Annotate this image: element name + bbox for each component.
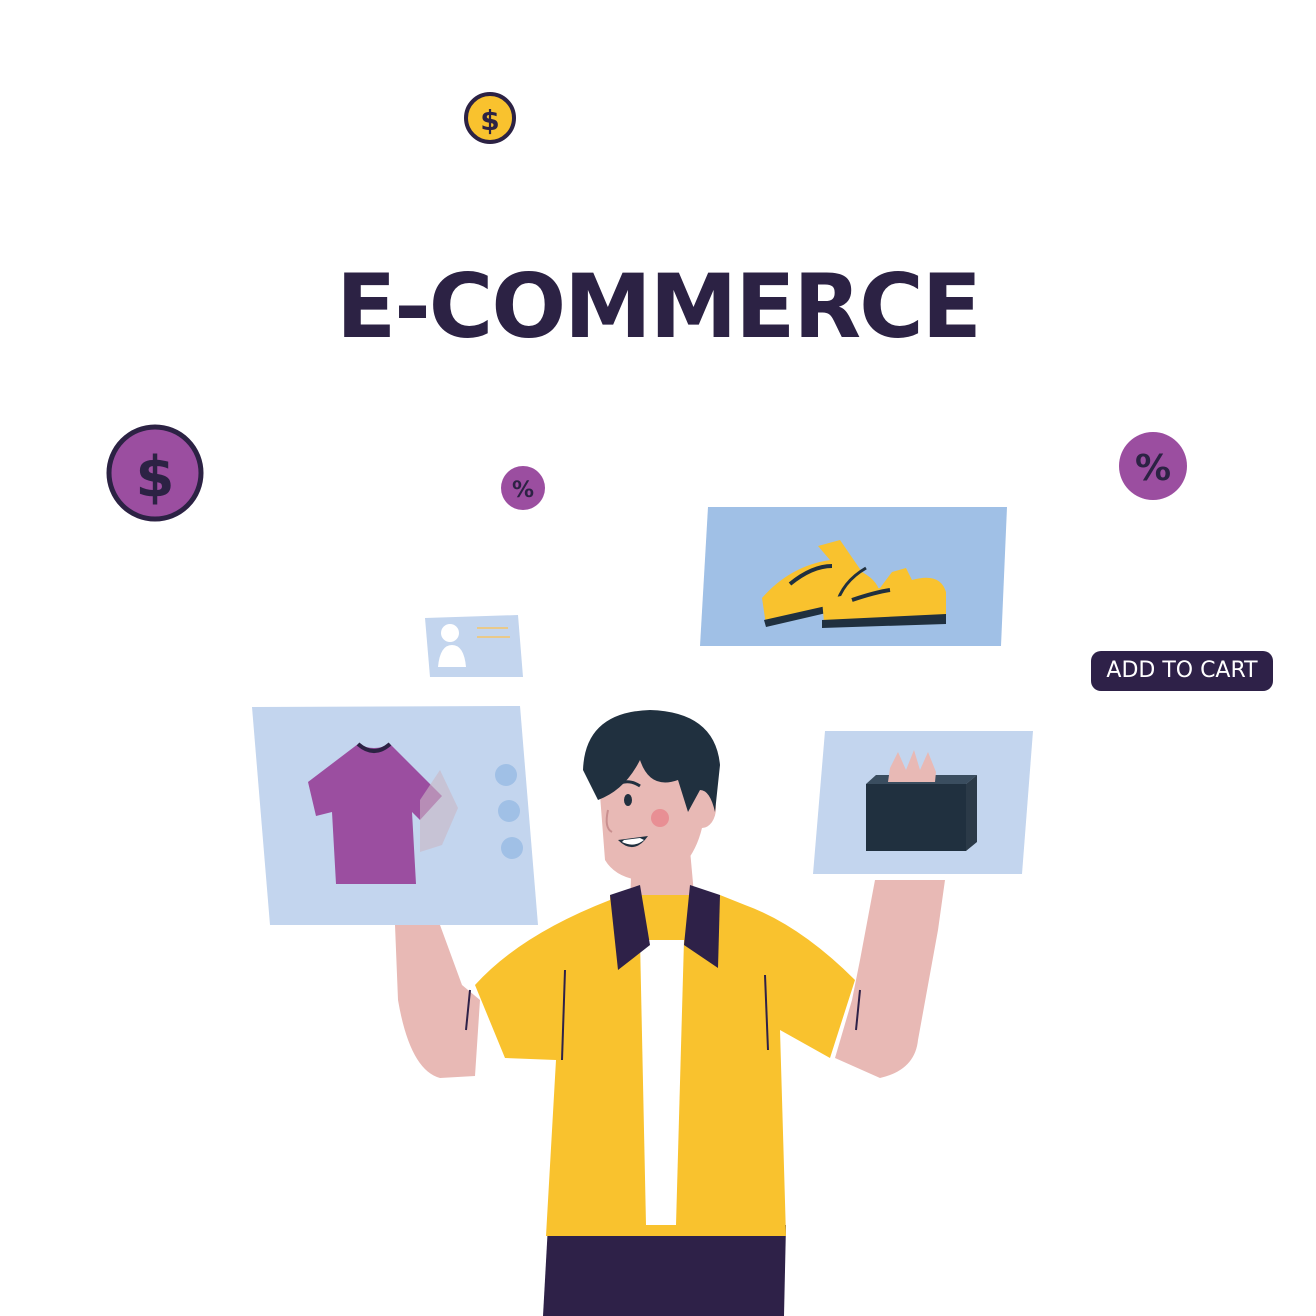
svg-text:$: $ (480, 104, 499, 137)
option-dot-icon (495, 764, 517, 786)
large-percent-badge-icon: % (1119, 432, 1187, 500)
profile-avatar-head-icon (441, 624, 459, 642)
small-percent-badge-icon: % (501, 466, 545, 510)
option-dot-icon (501, 837, 523, 859)
large-dollar-coin-icon: $ (106, 424, 204, 522)
profile-card (425, 615, 523, 677)
page-title: E-COMMERCE (336, 255, 982, 358)
tshirt-product-card (252, 706, 538, 925)
svg-text:%: % (512, 478, 534, 503)
box-icon (866, 775, 977, 851)
add-to-cart-button[interactable]: ADD TO CART (1091, 651, 1273, 691)
sneakers-product-card (700, 507, 1007, 646)
svg-text:%: % (1135, 448, 1171, 489)
small-dollar-coin-icon: $ (464, 92, 516, 144)
option-dot-icon (498, 800, 520, 822)
box-product-card (813, 731, 1033, 874)
svg-text:$: $ (136, 445, 175, 510)
